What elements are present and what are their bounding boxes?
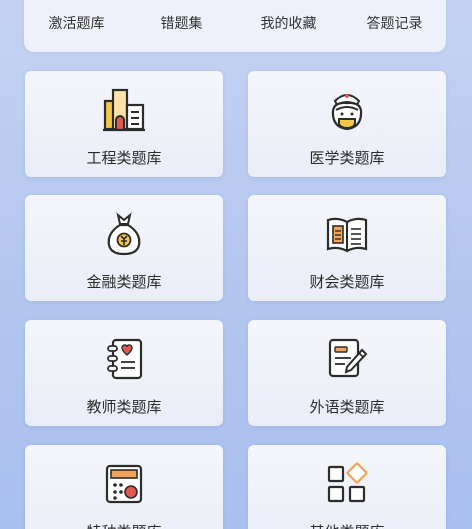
teacher-notebook-icon	[107, 338, 143, 380]
category-label: 特种类题库	[25, 521, 223, 529]
quick-action-wrong-questions[interactable]: 错题集	[129, 0, 234, 52]
favorites-icon	[274, 0, 304, 4]
category-card-foreign-language[interactable]: 外语类题库	[248, 320, 446, 426]
quick-action-favorites[interactable]: 我的收藏	[236, 0, 341, 52]
history-icon	[380, 0, 410, 4]
category-label: 工程类题库	[86, 149, 162, 167]
money-bag-icon	[107, 212, 141, 256]
category-label: 外语类题库	[309, 398, 385, 416]
wrong-questions-icon	[167, 0, 197, 4]
category-card-teacher[interactable]: 教师类题库	[25, 320, 223, 426]
category-label: 医学类题库	[309, 149, 385, 167]
nurse-icon	[331, 94, 363, 131]
document-pen-icon	[328, 338, 368, 378]
category-card-medical[interactable]: 医学类题库	[248, 71, 446, 177]
quick-action-label: 答题记录	[366, 16, 423, 32]
category-label: 财会类题库	[309, 273, 385, 291]
category-label: 教师类题库	[86, 398, 162, 416]
quick-action-label: 我的收藏	[260, 16, 317, 32]
other-grid-icon	[327, 462, 368, 503]
category-card-other[interactable]: 其他类题库	[248, 445, 446, 529]
category-card-special[interactable]: 特种类题库	[25, 445, 223, 529]
quick-actions-bar: 激活题库 错题集 我的收藏 答题记录	[24, 0, 446, 52]
quick-action-label: 激活题库	[48, 16, 105, 32]
category-label: 金融类题库	[86, 273, 162, 291]
shield-icon	[62, 0, 92, 4]
quick-action-history[interactable]: 答题记录	[342, 0, 447, 52]
open-book-icon	[326, 217, 368, 253]
quick-action-activate[interactable]: 激活题库	[24, 0, 129, 52]
quick-action-label: 错题集	[160, 16, 203, 32]
category-card-engineering[interactable]: 工程类题库	[25, 71, 223, 177]
category-card-finance[interactable]: 金融类题库	[25, 195, 223, 301]
building-icon	[103, 88, 145, 132]
category-card-accounting[interactable]: 财会类题库	[248, 195, 446, 301]
category-label: 其他类题库	[248, 521, 446, 529]
calculator-icon	[105, 464, 143, 504]
